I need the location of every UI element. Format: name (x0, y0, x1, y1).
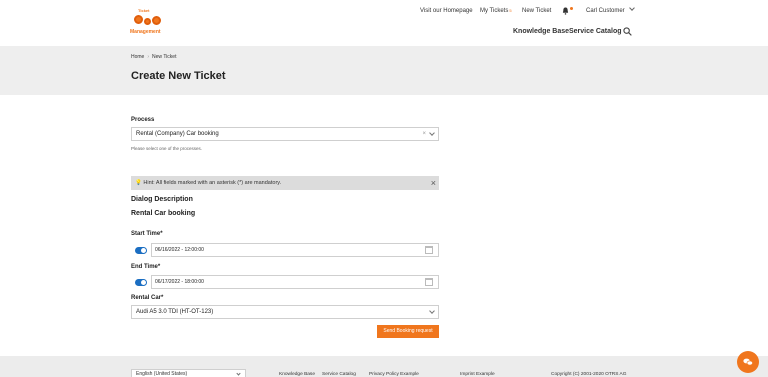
chevron-down-icon[interactable] (429, 130, 435, 136)
process-help: Please select one of the processes. (131, 146, 203, 151)
language-select[interactable]: English (United States) (131, 369, 246, 377)
process-select[interactable]: Rental (Company) Car booking × (131, 127, 439, 141)
close-icon[interactable]: × (431, 176, 436, 190)
footer: English (United States) Knowledge Base S… (0, 356, 768, 377)
rental-car-select[interactable]: Audi A5 3.0 TDI (HT-OT-123) (131, 305, 439, 319)
process-label: Process (131, 117, 155, 123)
clear-icon[interactable]: × (422, 128, 426, 140)
my-tickets-link[interactable]: My Tickets5 (480, 8, 512, 18)
footer-link-service-catalog[interactable]: Service Catalog (322, 372, 356, 377)
rental-car-value: Audi A5 3.0 TDI (HT-OT-123) (136, 309, 214, 315)
footer-copyright: Copyright (C) 2001-2020 OTRS AG (551, 372, 627, 377)
lightbulb-icon: 💡 (135, 180, 142, 186)
logo-gear-icon (134, 15, 143, 24)
start-time-toggle[interactable] (135, 247, 147, 254)
my-tickets-badge: 5 (509, 8, 512, 13)
title-band: Home › New Ticket Create New Ticket (0, 46, 768, 95)
rental-car-label: Rental Car* (131, 295, 164, 301)
chevron-down-icon[interactable] (429, 308, 435, 314)
logo-top-text: Ticket (138, 8, 150, 13)
chat-button[interactable] (737, 351, 759, 373)
header: Ticket Management Visit our Homepage My … (0, 0, 768, 46)
new-ticket-link[interactable]: New Ticket (522, 8, 551, 18)
breadcrumb-home[interactable]: Home (131, 54, 144, 60)
process-value: Rental (Company) Car booking (136, 131, 219, 137)
calendar-icon[interactable] (425, 246, 433, 254)
hint-text: Hint: All fields marked with an asterisk… (143, 180, 282, 186)
footer-link-knowledge-base[interactable]: Knowledge Base (279, 372, 315, 377)
start-time-label: Start Time* (131, 231, 163, 237)
breadcrumb-current: New Ticket (152, 54, 177, 60)
homepage-link[interactable]: Visit our Homepage (420, 8, 473, 18)
logo-gear-icon (152, 16, 161, 25)
bell-icon[interactable] (562, 7, 569, 15)
send-booking-button[interactable]: Send Booking request (377, 325, 439, 338)
logo-text: Management (130, 29, 161, 35)
chat-bubbles-icon (743, 358, 753, 366)
language-value: English (United States) (136, 371, 188, 377)
nav-knowledge-base[interactable]: Knowledge Base (513, 28, 569, 35)
hint-banner: 💡 Hint: All fields marked with an asteri… (131, 176, 439, 190)
footer-link-imprint[interactable]: Imprint Example (460, 372, 495, 377)
end-time-label: End Time* (131, 264, 161, 270)
breadcrumb: Home › New Ticket (131, 54, 176, 60)
footer-link-privacy[interactable]: Privacy Policy Example (369, 372, 419, 377)
chevron-down-icon (628, 5, 635, 11)
page-title: Create New Ticket (131, 70, 226, 82)
chevron-down-icon[interactable] (236, 371, 241, 376)
end-time-toggle[interactable] (135, 279, 147, 286)
search-icon[interactable] (623, 27, 632, 36)
nav-service-catalog[interactable]: Service Catalog (569, 28, 622, 35)
end-time-value: 06/17/2022 - 18:00:00 (155, 279, 204, 285)
user-menu[interactable]: Carl Customer (586, 5, 635, 18)
start-time-value: 06/16/2022 - 12:00:00 (155, 247, 204, 253)
calendar-icon[interactable] (425, 278, 433, 286)
dialog-name: Rental Car booking (131, 210, 196, 217)
my-tickets-label: My Tickets (480, 8, 509, 14)
dialog-description-title: Dialog Description (131, 196, 193, 203)
start-time-input[interactable]: 06/16/2022 - 12:00:00 (151, 243, 439, 257)
user-name: Carl Customer (586, 8, 625, 14)
notification-dot (570, 7, 573, 10)
end-time-input[interactable]: 06/17/2022 - 18:00:00 (151, 275, 439, 289)
logo[interactable]: Ticket Management (130, 8, 166, 37)
logo-gear-icon (144, 18, 151, 25)
breadcrumb-separator: › (147, 54, 150, 60)
